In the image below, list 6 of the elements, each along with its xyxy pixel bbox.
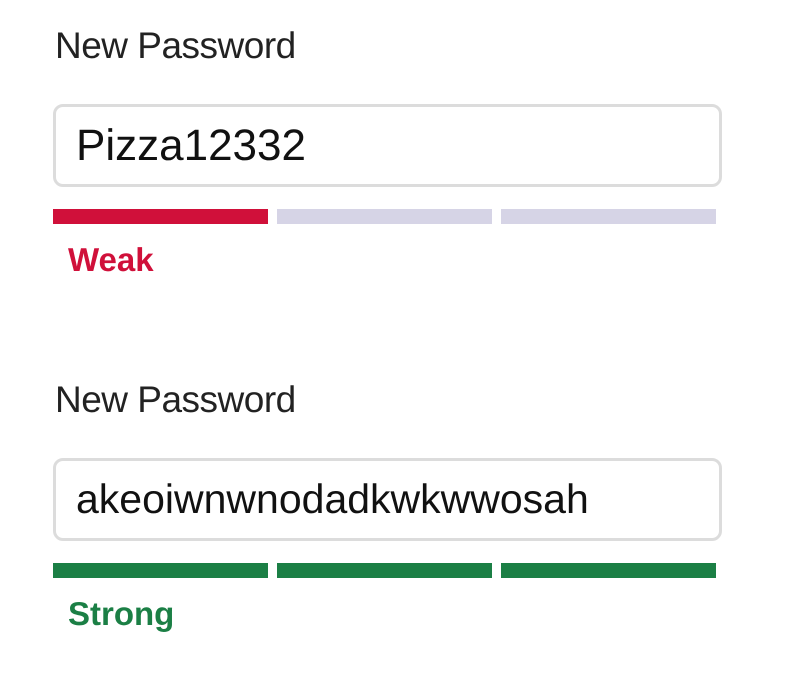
strength-label: Strong: [68, 594, 176, 634]
field-label: New Password: [55, 378, 297, 422]
field-label: New Password: [55, 24, 297, 68]
password-field[interactable]: akeoiwnwnodadkwkwwosah: [53, 458, 722, 541]
strength-label: Weak: [68, 240, 155, 280]
password-field[interactable]: Pizza12332: [53, 104, 722, 187]
